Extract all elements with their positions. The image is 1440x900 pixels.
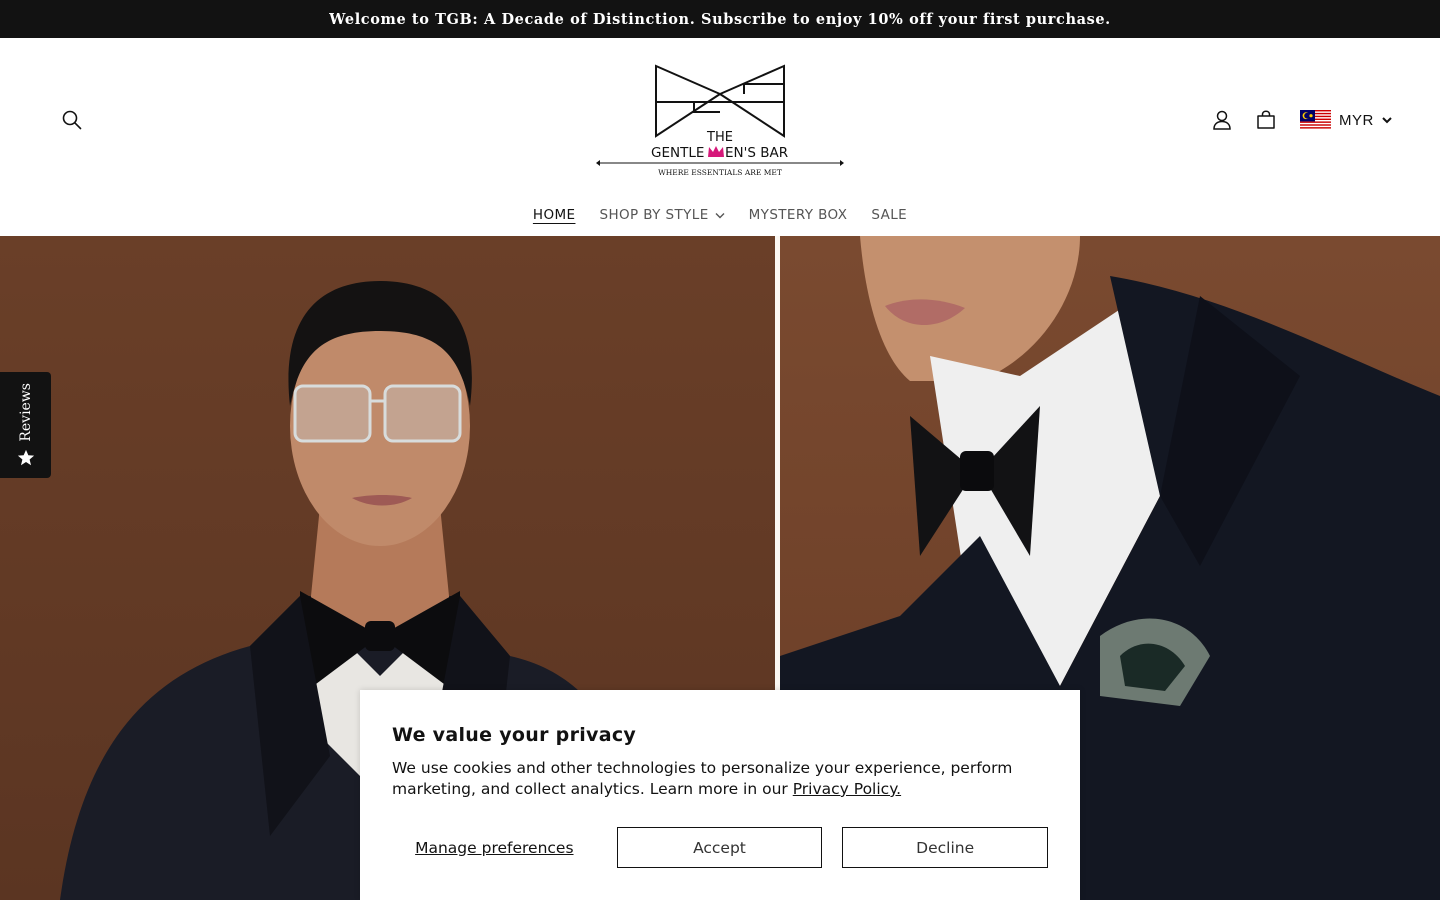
nav-item-sale[interactable]: SALE <box>859 207 919 223</box>
cookie-banner: We value your privacy We use cookies and… <box>360 690 1080 900</box>
cart-button[interactable] <box>1252 106 1280 134</box>
cookie-actions: Manage preferences Accept Decline <box>392 827 1048 868</box>
account-button[interactable] <box>1208 106 1236 134</box>
decline-button[interactable]: Decline <box>842 827 1048 868</box>
nav-label: MYSTERY BOX <box>748 207 848 223</box>
logo-line2-left: GENTLE <box>651 145 704 161</box>
cookie-body-text: We use cookies and other technologies to… <box>392 759 1013 798</box>
star-icon <box>17 450 34 466</box>
chevron-down-icon <box>1382 117 1392 124</box>
nav-label: SALE <box>871 207 908 223</box>
reviews-label: Reviews <box>17 382 34 442</box>
user-icon <box>1213 110 1231 130</box>
bowtie-logo-icon: THE GENTLE EN'S BAR WHERE ESSENTIALS ARE… <box>596 64 844 177</box>
nav-item-shop-by-style[interactable]: SHOP BY STYLE <box>587 207 736 223</box>
logo-line2-right: EN'S BAR <box>725 145 788 161</box>
announcement-text: Welcome to TGB: A Decade of Distinction.… <box>329 10 1111 28</box>
site-header: THE GENTLE EN'S BAR WHERE ESSENTIALS ARE… <box>0 38 1440 236</box>
cookie-body: We use cookies and other technologies to… <box>392 758 1032 800</box>
logo-line1: THE <box>706 130 733 145</box>
privacy-policy-link[interactable]: Privacy Policy. <box>793 780 901 798</box>
reviews-tab[interactable]: Reviews <box>0 372 51 478</box>
chevron-down-icon <box>715 212 725 218</box>
search-button[interactable] <box>58 106 86 134</box>
currency-code: MYR <box>1339 111 1374 129</box>
shopping-bag-icon <box>1257 110 1275 129</box>
logo-tagline: WHERE ESSENTIALS ARE MET <box>658 168 782 177</box>
nav-label: HOME <box>532 207 576 223</box>
nav-label: SHOP BY STYLE <box>599 207 709 223</box>
nav-item-home[interactable]: HOME <box>521 207 588 223</box>
search-icon <box>62 110 82 130</box>
site-logo[interactable]: THE GENTLE EN'S BAR WHERE ESSENTIALS ARE… <box>594 60 846 180</box>
nav-item-mystery-box[interactable]: MYSTERY BOX <box>737 207 860 223</box>
announcement-bar: Welcome to TGB: A Decade of Distinction.… <box>0 0 1440 38</box>
crown-icon <box>708 146 724 157</box>
accept-button[interactable]: Accept <box>616 827 823 868</box>
cookie-title: We value your privacy <box>392 724 637 746</box>
malaysia-flag-icon <box>1300 110 1331 130</box>
currency-selector[interactable]: MYR <box>1300 108 1392 132</box>
main-nav: HOME SHOP BY STYLE MYSTERY BOX SALE <box>0 200 1440 230</box>
manage-preferences-link[interactable]: Manage preferences <box>392 839 597 857</box>
